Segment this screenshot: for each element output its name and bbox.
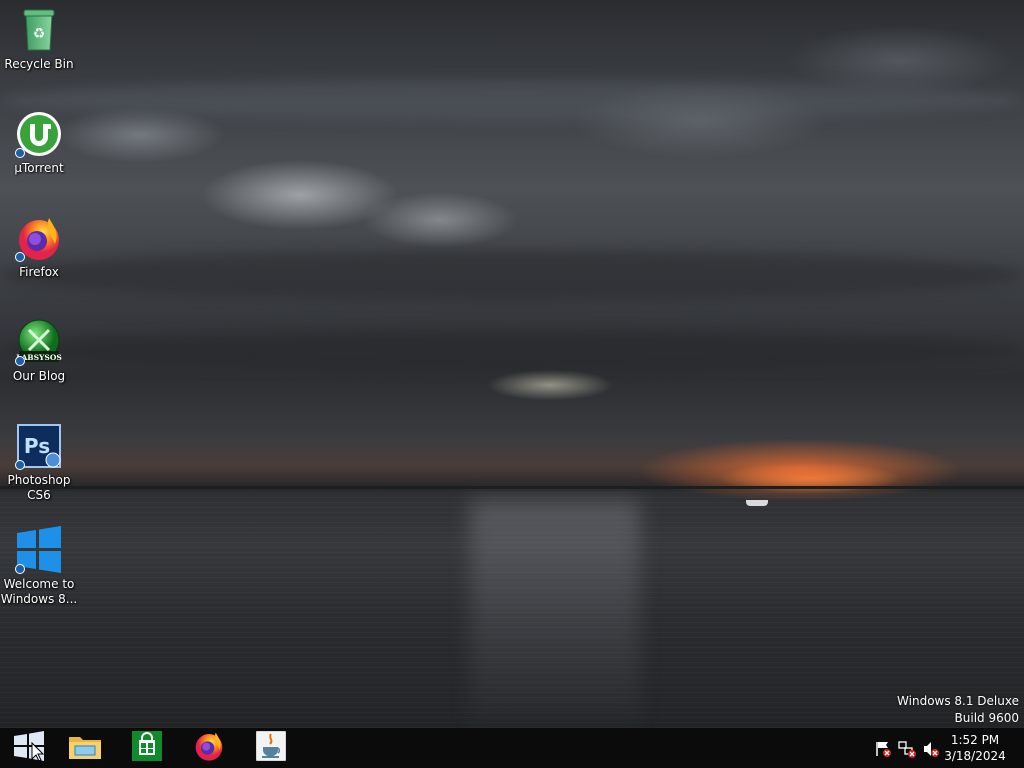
desktop-icon-photoshop[interactable]: Ps Photoshop CS6: [0, 422, 78, 503]
tray-network[interactable]: [898, 740, 916, 758]
desktop-icon-utorrent[interactable]: µTorrent: [0, 110, 78, 176]
tray-action-center[interactable]: [874, 740, 892, 758]
blog-icon: LABSYSOS: [15, 318, 63, 366]
windows-start-icon: [12, 731, 46, 765]
start-button[interactable]: [0, 728, 58, 768]
shortcut-arrow-icon: [15, 356, 25, 366]
taskbar-java-button[interactable]: [242, 728, 300, 768]
taskbar-firefox-button[interactable]: [180, 728, 238, 768]
utorrent-icon: [15, 110, 63, 158]
windows-watermark: Windows 8.1 Deluxe Build 9600: [897, 693, 1019, 727]
java-icon: [255, 730, 287, 765]
desktop-icon-our-blog[interactable]: LABSYSOS Our Blog: [0, 318, 78, 384]
desktop-icon-label: Our Blog: [12, 369, 66, 383]
tray-volume[interactable]: [922, 740, 940, 758]
desktop-icon-recycle-bin[interactable]: ♻ Recycle Bin: [0, 6, 78, 72]
boat: [746, 500, 768, 506]
file-explorer-icon: [68, 731, 102, 765]
photoshop-badge-text: Ps: [24, 434, 50, 458]
recycle-bin-icon: ♻: [15, 6, 63, 54]
firefox-icon: [15, 214, 63, 262]
watermark-edition: Windows 8.1 Deluxe: [897, 694, 1019, 708]
desktop-icon-label: Recycle Bin: [4, 57, 74, 71]
flag-icon: [874, 742, 892, 762]
windows-logo-icon: [15, 526, 63, 574]
firefox-icon: [193, 730, 225, 766]
desktop-icon-welcome-windows[interactable]: Welcome to Windows 8...: [0, 526, 78, 607]
desktop-icon-label: µTorrent: [14, 161, 64, 175]
taskbar-store-button[interactable]: [118, 728, 176, 768]
shortcut-arrow-icon: [15, 564, 25, 574]
photoshop-icon: Ps: [15, 422, 63, 470]
svg-text:♻: ♻: [33, 26, 46, 42]
watermark-build: Build 9600: [954, 711, 1019, 725]
desktop-icon-label: Firefox: [19, 265, 59, 279]
shortcut-arrow-icon: [15, 148, 25, 158]
desktop-wallpaper[interactable]: ♻ Recycle Bin µTorrent Firefox LABSYSOS …: [0, 0, 1024, 728]
taskbar-clock[interactable]: 1:52 PM 3/18/2024: [940, 732, 1010, 764]
shortcut-arrow-icon: [15, 460, 25, 470]
clock-date: 3/18/2024: [944, 749, 1006, 763]
clock-time: 1:52 PM: [950, 733, 1000, 747]
store-icon: [132, 731, 162, 765]
network-icon: [898, 741, 916, 762]
taskbar-file-explorer-button[interactable]: [56, 728, 114, 768]
desktop-icon-label: Welcome to Windows 8...: [0, 577, 78, 606]
desktop-icon-firefox[interactable]: Firefox: [0, 214, 78, 280]
desktop-icon-label: Photoshop CS6: [7, 473, 71, 502]
taskbar[interactable]: 1:52 PM 3/18/2024: [0, 728, 1024, 768]
volume-muted-icon: [922, 742, 940, 762]
shortcut-arrow-icon: [15, 252, 25, 262]
